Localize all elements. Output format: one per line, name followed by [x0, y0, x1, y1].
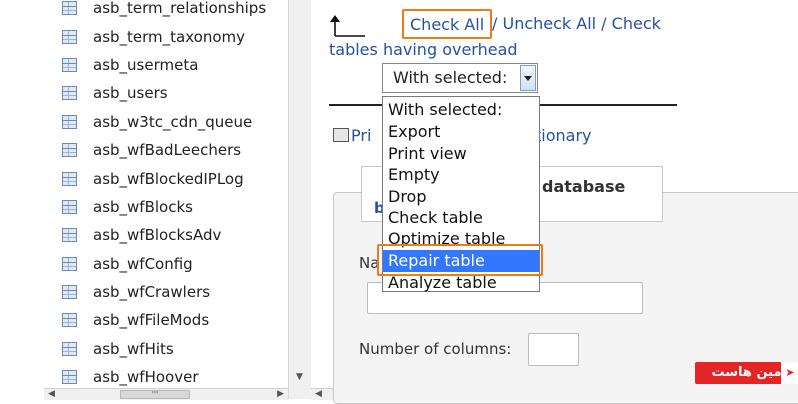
rocket-icon: ➤ [781, 362, 798, 384]
sidebar-vertical-scrollbar[interactable]: ▼ [288, 0, 311, 399]
left-gutter [0, 0, 44, 399]
table-icon[interactable] [62, 313, 77, 328]
table-name-label[interactable]: asb_wfHits [93, 340, 174, 358]
check-overhead-link[interactable]: tables having overhead [329, 40, 518, 59]
table-icon[interactable] [62, 143, 77, 158]
scroll-left-arrow-icon[interactable]: ◀ [48, 389, 55, 399]
dropdown-option[interactable]: Analyze table [388, 272, 497, 294]
watermark-text: مین هاست [711, 365, 782, 380]
dropdown-option[interactable]: Check table [388, 207, 483, 229]
table-name-label[interactable]: asb_term_relationships [93, 0, 266, 17]
table-name-label[interactable]: asb_wfBlocksAdv [93, 226, 221, 244]
table-name-label[interactable]: asb_term_taxonomy [93, 28, 245, 46]
scroll-down-arrow-icon[interactable]: ▼ [296, 372, 303, 382]
table-icon[interactable] [62, 29, 77, 44]
sidebar-table-item[interactable]: asb_w3tc_cdn_queue [44, 108, 288, 136]
sidebar-table-item[interactable]: asb_wfHits [44, 335, 288, 363]
table-name-label[interactable]: asb_wfBadLeechers [93, 141, 241, 159]
table-icon[interactable] [62, 1, 77, 16]
print-label: Pri [351, 126, 372, 145]
table-icon[interactable] [62, 285, 77, 300]
uncheck-all-link[interactable]: / Uncheck All / Check [492, 10, 661, 38]
sidebar-table-item[interactable]: asb_term_taxonomy [44, 22, 288, 50]
dropdown-option[interactable]: Empty [388, 164, 440, 186]
table-sidebar: asb_term_relationships asb_term_taxonomya… [44, 0, 289, 399]
arrow-left-up-icon [330, 15, 365, 37]
dropdown-option[interactable]: With selected: [388, 99, 502, 121]
table-icon[interactable] [62, 199, 77, 214]
table-icon[interactable] [62, 228, 77, 243]
sidebar-table-item[interactable]: asb_wfFileMods [44, 306, 288, 334]
sidebar-table-item[interactable]: asb_wfCrawlers [44, 278, 288, 306]
dropdown-option[interactable]: Export [388, 121, 440, 143]
data-dictionary-link[interactable]: tionary [535, 126, 592, 145]
printer-icon [333, 128, 349, 142]
name-label: Na [359, 254, 380, 272]
dropdown-arrow-icon[interactable] [520, 65, 536, 91]
table-name-label[interactable]: asb_wfBlocks [93, 198, 193, 216]
table-icon[interactable] [62, 57, 77, 72]
sidebar-table-item[interactable]: asb_users [44, 79, 288, 107]
dropdown-option[interactable]: Optimize table [388, 228, 505, 250]
table-name-label[interactable]: asb_w3tc_cdn_queue [93, 113, 252, 131]
sidebar-table-item[interactable]: asb_wfConfig [44, 250, 288, 278]
sidebar-table-item[interactable]: asb_term_relationships [44, 0, 288, 22]
sidebar-table-item[interactable]: asb_wfBlockedIPLog [44, 164, 288, 192]
scroll-right-arrow-icon[interactable]: ▶ [277, 389, 284, 399]
table-list: asb_term_relationships asb_term_taxonomya… [44, 0, 288, 391]
table-name-label[interactable]: asb_usermeta [93, 56, 198, 74]
table-name-label[interactable]: asb_users [93, 84, 168, 102]
sidebar-table-item[interactable]: asb_wfBlocks [44, 193, 288, 221]
database-label: database [542, 177, 626, 196]
dropdown-option[interactable]: Repair table [383, 250, 539, 272]
number-of-columns-label: Number of columns: [359, 340, 512, 358]
table-icon[interactable] [62, 86, 77, 101]
table-icon[interactable] [62, 341, 77, 356]
table-name-label[interactable]: asb_wfFileMods [93, 311, 209, 329]
table-icon[interactable] [62, 171, 77, 186]
table-icon[interactable] [62, 256, 77, 271]
number-of-columns-input[interactable] [528, 333, 579, 366]
sidebar-table-item[interactable]: asb_wfBlocksAdv [44, 221, 288, 249]
dropdown-option[interactable]: Print view [388, 143, 467, 165]
select-current-value: With selected: [393, 68, 508, 87]
table-name-label[interactable]: asb_wfConfig [93, 255, 193, 273]
table-name-label[interactable]: asb_wfHoover [93, 368, 198, 386]
watermark-badge: مین هاست ➤ [695, 362, 798, 384]
check-all-link[interactable]: Check All [402, 9, 493, 39]
with-selected-dropdown-list[interactable]: With selected: Export Print view Empty Drop C… [382, 96, 540, 292]
sidebar-table-item[interactable]: asb_wfBadLeechers [44, 136, 288, 164]
scroll-thumb[interactable]: ''' [120, 390, 190, 399]
table-icon[interactable] [62, 114, 77, 129]
sidebar-table-item[interactable]: asb_usermeta [44, 51, 288, 79]
dropdown-option[interactable]: Drop [388, 186, 427, 208]
table-icon[interactable] [62, 370, 77, 385]
with-selected-select[interactable]: With selected: [382, 63, 538, 93]
table-name-label[interactable]: asb_wfCrawlers [93, 283, 210, 301]
print-view-link[interactable]: Pri [333, 126, 371, 145]
sidebar-horizontal-scrollbar[interactable]: ◀ ''' ▶ [44, 388, 288, 400]
table-name-label[interactable]: asb_wfBlockedIPLog [93, 170, 244, 188]
